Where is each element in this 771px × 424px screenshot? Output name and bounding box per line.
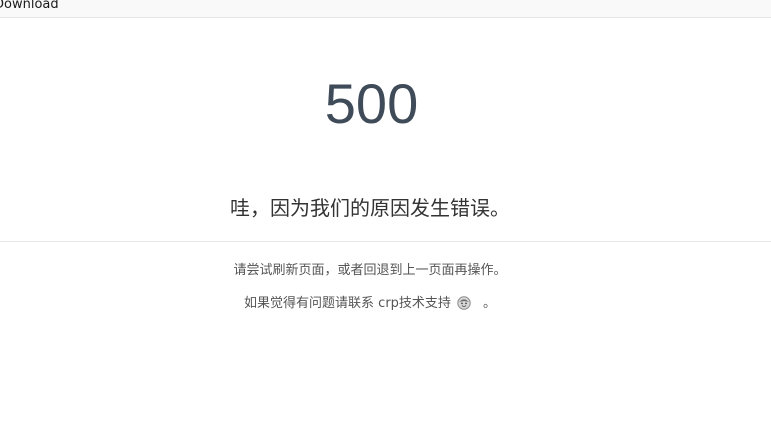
support-face-icon[interactable] xyxy=(457,296,471,316)
error-hint: 请尝试刷新页面，或者回退到上一页面再操作。 xyxy=(233,263,507,278)
contact-line: 如果觉得有问题请联系 crp技术支持 。 xyxy=(0,295,740,316)
error-code: 500 xyxy=(324,72,419,135)
contact-period: 。 xyxy=(482,296,496,311)
download-link[interactable]: Download xyxy=(0,0,59,12)
top-bar: Download xyxy=(0,0,771,18)
divider xyxy=(0,241,771,242)
contact-text: 如果觉得有问题请联系 crp技术支持 xyxy=(244,296,451,311)
error-headline: 哇，因为我们的原因发生错误。 xyxy=(230,196,510,220)
